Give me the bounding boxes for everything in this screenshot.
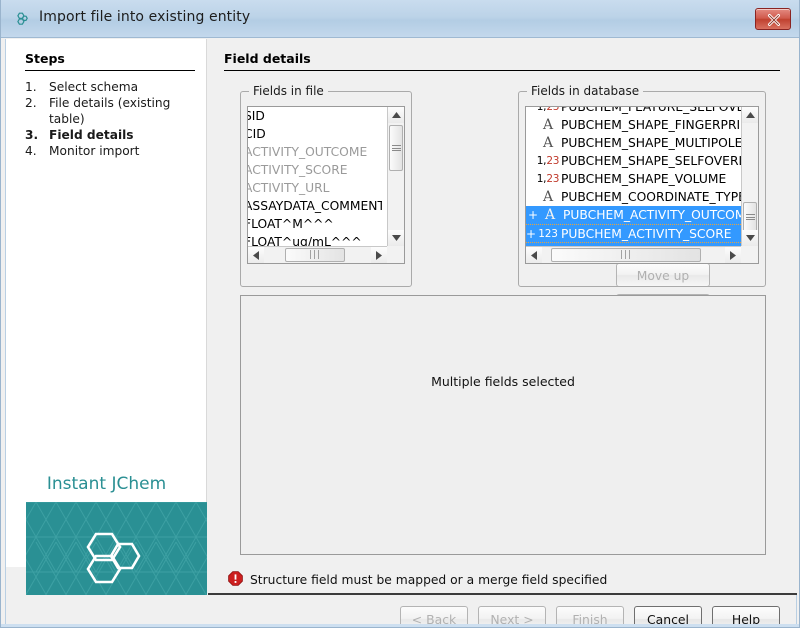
fields-in-file-rows: SID CID ACTIVITY_OUTCOME ACTIVITY_SCORE … xyxy=(247,107,382,264)
number-type-icon: 123 xyxy=(535,225,561,243)
fields-in-file-legend: Fields in file xyxy=(249,84,328,98)
added-marker: + xyxy=(526,225,535,243)
window-title-bar: Import file into existing entity xyxy=(1,0,800,38)
field-details-pane: Field details Fields in file SID CID ACT… xyxy=(208,39,797,567)
fields-in-database-group: Fields in database 1,23 PUBCHEM_FEATURE_… xyxy=(518,91,766,287)
steps-heading-rule xyxy=(25,70,195,71)
dialog-content: Steps 1. Select schema 2. File details (… xyxy=(5,39,797,624)
list-item[interactable]: 1,23 PUBCHEM_FEATURE_SELFOVERLA xyxy=(526,106,743,116)
field-detail-panel: Multiple fields selected xyxy=(240,295,766,555)
close-button[interactable] xyxy=(755,8,791,30)
number-type-icon: 1,23 xyxy=(535,170,561,188)
text-type-icon: A xyxy=(535,134,561,152)
step-label: Monitor import xyxy=(49,143,200,159)
file-list-horizontal-scrollbar[interactable]: ||| xyxy=(248,246,387,263)
list-item-label: PUBCHEM_SHAPE_VOLUME xyxy=(561,172,726,186)
page-title: Field details xyxy=(224,51,311,66)
list-item[interactable]: SID xyxy=(247,107,382,125)
list-item[interactable]: ACTIVITY_OUTCOME xyxy=(247,143,382,161)
file-list-scroll-thumb[interactable] xyxy=(389,125,403,171)
app-hexagon-molecule-icon xyxy=(13,10,31,28)
list-item[interactable]: CID xyxy=(247,125,382,143)
list-item-selected[interactable]: + 123 PUBCHEM_ACTIVITY_SCORE xyxy=(526,224,743,242)
list-item-label: PUBCHEM_SHAPE_FINGERPRINT xyxy=(561,118,757,132)
steps-list: 1. Select schema 2. File details (existi… xyxy=(25,79,200,159)
list-item-label: PUBCHEM_ACTIVITY_OUTCOME xyxy=(563,206,743,224)
scroll-down-button[interactable] xyxy=(742,230,759,246)
brand-hexagon-molecule-logo xyxy=(82,522,152,595)
step-number: 1. xyxy=(25,79,49,95)
scroll-down-button[interactable] xyxy=(388,230,405,246)
step-number: 4. xyxy=(25,143,49,159)
scroll-left-button[interactable] xyxy=(526,247,542,264)
list-item-label: PUBCHEM_SHAPE_MULTIPOLES xyxy=(561,136,750,150)
list-item-label: PUBCHEM_COORDINATE_TYPE xyxy=(561,190,746,204)
list-item-label: PUBCHEM_FEATURE_SELFOVERLA xyxy=(561,106,759,114)
step-label: Field details xyxy=(49,127,200,143)
list-item[interactable]: A PUBCHEM_COORDINATE_TYPE xyxy=(526,188,743,206)
list-item[interactable]: 1,23 PUBCHEM_SHAPE_SELFOVERLAP xyxy=(526,152,743,170)
scroll-right-button[interactable] xyxy=(725,247,741,264)
scroll-left-button[interactable] xyxy=(248,247,264,264)
text-type-icon: A xyxy=(537,206,563,224)
error-message: Structure field must be mapped or a merg… xyxy=(250,573,607,587)
list-item[interactable]: ACTIVITY_SCORE xyxy=(247,161,382,179)
steps-heading: Steps xyxy=(25,51,65,66)
db-list-hscroll-thumb[interactable]: ||| xyxy=(551,248,701,262)
list-item[interactable]: 1,23 PUBCHEM_SHAPE_VOLUME xyxy=(526,170,743,188)
page-title-rule xyxy=(224,70,780,71)
steps-pane: Steps 1. Select schema 2. File details (… xyxy=(6,39,207,567)
details-message: Multiple fields selected xyxy=(241,374,765,389)
list-item[interactable]: FLOAT^M^^^ xyxy=(247,215,382,233)
added-marker: + xyxy=(528,206,537,224)
step-label: Select schema xyxy=(49,79,200,95)
db-list-horizontal-scrollbar[interactable]: ||| xyxy=(526,246,741,263)
fields-in-file-list[interactable]: SID CID ACTIVITY_OUTCOME ACTIVITY_SCORE … xyxy=(247,106,405,264)
step-number: 3. xyxy=(25,127,49,143)
step-number: 2. xyxy=(25,95,49,127)
step-label: File details (existing table) xyxy=(49,95,200,127)
window-title: Import file into existing entity xyxy=(39,9,250,25)
fields-in-database-rows: 1,23 PUBCHEM_FEATURE_SELFOVERLA A PUBCHE… xyxy=(526,106,743,260)
db-list-scroll-thumb[interactable] xyxy=(743,202,757,232)
window-bottom-edge xyxy=(1,624,800,628)
fields-in-database-list[interactable]: 1,23 PUBCHEM_FEATURE_SELFOVERLA A PUBCHE… xyxy=(525,106,759,264)
file-list-hscroll-thumb[interactable]: ||| xyxy=(285,248,345,262)
list-item-label: PUBCHEM_SHAPE_SELFOVERLAP xyxy=(561,154,759,168)
list-item-selected[interactable]: + A PUBCHEM_ACTIVITY_OUTCOME xyxy=(526,206,743,224)
close-icon xyxy=(767,13,781,27)
scrollbar-corner xyxy=(387,246,404,263)
fields-in-file-group: Fields in file SID CID ACTIVITY_OUTCOME … xyxy=(240,91,412,287)
fields-in-database-legend: Fields in database xyxy=(527,84,643,98)
list-item-label: PUBCHEM_ACTIVITY_SCORE xyxy=(561,227,732,241)
number-type-icon: 1,23 xyxy=(535,152,561,170)
scroll-up-button[interactable] xyxy=(388,107,405,123)
step-item-4: 4. Monitor import xyxy=(25,143,200,159)
text-type-icon: A xyxy=(535,188,561,206)
list-item[interactable]: ACTIVITY_URL xyxy=(247,179,382,197)
scroll-right-button[interactable] xyxy=(371,247,387,264)
list-item[interactable]: ASSAYDATA_COMMENT xyxy=(247,197,382,215)
file-list-vertical-scrollbar[interactable] xyxy=(387,107,404,246)
step-item-1: 1. Select schema xyxy=(25,79,200,95)
scrollbar-corner xyxy=(741,246,758,263)
import-wizard-window: Import file into existing entity Steps 1… xyxy=(0,0,800,628)
db-list-vertical-scrollbar[interactable] xyxy=(741,107,758,246)
step-item-2: 2. File details (existing table) xyxy=(25,95,200,127)
scroll-up-button[interactable] xyxy=(742,107,759,123)
list-item[interactable]: A PUBCHEM_SHAPE_FINGERPRINT xyxy=(526,116,743,134)
step-item-3-current: 3. Field details xyxy=(25,127,200,143)
number-type-icon: 1,23 xyxy=(535,106,561,116)
list-item[interactable]: A PUBCHEM_SHAPE_MULTIPOLES xyxy=(526,134,743,152)
validation-message-row: Structure field must be mapped or a merg… xyxy=(208,567,797,595)
brand-name: Instant JChem xyxy=(6,474,207,494)
text-type-icon: A xyxy=(535,116,561,134)
error-octagon-icon xyxy=(228,571,243,589)
